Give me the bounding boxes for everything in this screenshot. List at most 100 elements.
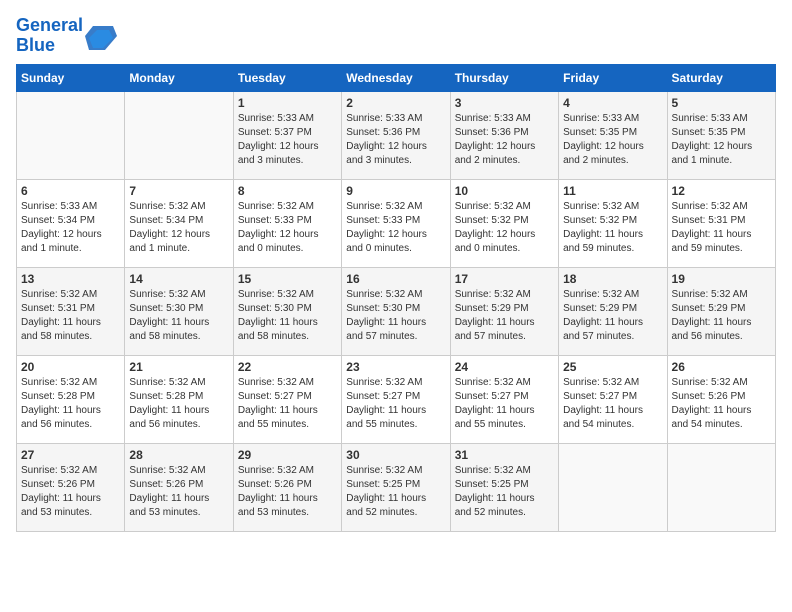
day-number: 13 (21, 272, 120, 286)
day-number: 3 (455, 96, 554, 110)
day-number: 7 (129, 184, 228, 198)
day-info: Sunrise: 5:32 AM Sunset: 5:32 PM Dayligh… (563, 200, 662, 256)
day-info: Sunrise: 5:33 AM Sunset: 5:35 PM Dayligh… (563, 112, 662, 168)
calendar-cell: 14 Sunrise: 5:32 AM Sunset: 5:30 PM Dayli… (125, 267, 233, 355)
day-info: Sunrise: 5:32 AM Sunset: 5:26 PM Dayligh… (238, 464, 337, 520)
day-number: 16 (346, 272, 445, 286)
day-number: 14 (129, 272, 228, 286)
calendar-cell: 8 Sunrise: 5:32 AM Sunset: 5:33 PM Daylig… (233, 179, 341, 267)
weekday-header-row: SundayMondayTuesdayWednesdayThursdayFrid… (17, 64, 776, 91)
day-info: Sunrise: 5:32 AM Sunset: 5:34 PM Dayligh… (129, 200, 228, 256)
logo-icon (85, 22, 117, 50)
day-number: 11 (563, 184, 662, 198)
calendar-week-row: 27 Sunrise: 5:32 AM Sunset: 5:26 PM Dayli… (17, 443, 776, 531)
logo: General Blue (16, 16, 117, 56)
day-info: Sunrise: 5:32 AM Sunset: 5:29 PM Dayligh… (672, 288, 771, 344)
day-number: 5 (672, 96, 771, 110)
calendar-cell: 13 Sunrise: 5:32 AM Sunset: 5:31 PM Dayli… (17, 267, 125, 355)
calendar-cell: 31 Sunrise: 5:32 AM Sunset: 5:25 PM Dayli… (450, 443, 558, 531)
calendar-cell (125, 91, 233, 179)
logo-text: General Blue (16, 16, 83, 56)
calendar-cell: 21 Sunrise: 5:32 AM Sunset: 5:28 PM Dayli… (125, 355, 233, 443)
day-info: Sunrise: 5:32 AM Sunset: 5:27 PM Dayligh… (563, 376, 662, 432)
day-info: Sunrise: 5:32 AM Sunset: 5:30 PM Dayligh… (346, 288, 445, 344)
calendar-cell: 22 Sunrise: 5:32 AM Sunset: 5:27 PM Dayli… (233, 355, 341, 443)
day-info: Sunrise: 5:32 AM Sunset: 5:26 PM Dayligh… (129, 464, 228, 520)
day-number: 22 (238, 360, 337, 374)
weekday-header-saturday: Saturday (667, 64, 775, 91)
calendar-cell: 18Sunrise: 5:32 AM Sunset: 5:29 PM Dayli… (559, 267, 667, 355)
day-number: 4 (563, 96, 662, 110)
weekday-header-monday: Monday (125, 64, 233, 91)
calendar-cell: 23 Sunrise: 5:32 AM Sunset: 5:27 PM Dayli… (342, 355, 450, 443)
calendar-table: SundayMondayTuesdayWednesdayThursdayFrid… (16, 64, 776, 532)
calendar-week-row: 6 Sunrise: 5:33 AM Sunset: 5:34 PM Daylig… (17, 179, 776, 267)
calendar-cell: 26Sunrise: 5:32 AM Sunset: 5:26 PM Dayli… (667, 355, 775, 443)
weekday-header-tuesday: Tuesday (233, 64, 341, 91)
day-number: 9 (346, 184, 445, 198)
calendar-cell: 11 Sunrise: 5:32 AM Sunset: 5:32 PM Dayli… (559, 179, 667, 267)
day-number: 25 (563, 360, 662, 374)
calendar-cell: 16 Sunrise: 5:32 AM Sunset: 5:30 PM Dayli… (342, 267, 450, 355)
day-info: Sunrise: 5:32 AM Sunset: 5:27 PM Dayligh… (238, 376, 337, 432)
day-number: 27 (21, 448, 120, 462)
day-info: Sunrise: 5:33 AM Sunset: 5:34 PM Dayligh… (21, 200, 120, 256)
calendar-cell: 15 Sunrise: 5:32 AM Sunset: 5:30 PM Dayli… (233, 267, 341, 355)
calendar-cell (559, 443, 667, 531)
calendar-cell: 3 Sunrise: 5:33 AM Sunset: 5:36 PM Daylig… (450, 91, 558, 179)
calendar-cell: 5 Sunrise: 5:33 AM Sunset: 5:35 PM Daylig… (667, 91, 775, 179)
day-number: 19 (672, 272, 771, 286)
calendar-cell: 17 Sunrise: 5:32 AM Sunset: 5:29 PM Dayli… (450, 267, 558, 355)
day-info: Sunrise: 5:33 AM Sunset: 5:36 PM Dayligh… (455, 112, 554, 168)
calendar-cell (17, 91, 125, 179)
logo-general: General (16, 15, 83, 35)
day-info: Sunrise: 5:32 AM Sunset: 5:28 PM Dayligh… (129, 376, 228, 432)
day-info: Sunrise: 5:32 AM Sunset: 5:29 PM Dayligh… (455, 288, 554, 344)
calendar-cell: 25 Sunrise: 5:32 AM Sunset: 5:27 PM Dayli… (559, 355, 667, 443)
calendar-cell: 28 Sunrise: 5:32 AM Sunset: 5:26 PM Dayli… (125, 443, 233, 531)
day-info: Sunrise: 5:33 AM Sunset: 5:35 PM Dayligh… (672, 112, 771, 168)
calendar-cell: 24 Sunrise: 5:32 AM Sunset: 5:27 PM Dayli… (450, 355, 558, 443)
calendar-cell: 27 Sunrise: 5:32 AM Sunset: 5:26 PM Dayli… (17, 443, 125, 531)
day-info: Sunrise: 5:33 AM Sunset: 5:36 PM Dayligh… (346, 112, 445, 168)
calendar-week-row: 1 Sunrise: 5:33 AM Sunset: 5:37 PM Daylig… (17, 91, 776, 179)
day-number: 28 (129, 448, 228, 462)
day-number: 1 (238, 96, 337, 110)
day-info: Sunrise: 5:32 AM Sunset: 5:25 PM Dayligh… (346, 464, 445, 520)
day-number: 30 (346, 448, 445, 462)
weekday-header-sunday: Sunday (17, 64, 125, 91)
calendar-cell: 19 Sunrise: 5:32 AM Sunset: 5:29 PM Dayli… (667, 267, 775, 355)
day-number: 21 (129, 360, 228, 374)
calendar-cell: 10 Sunrise: 5:32 AM Sunset: 5:32 PM Dayli… (450, 179, 558, 267)
day-info: Sunrise: 5:32 AM Sunset: 5:32 PM Dayligh… (455, 200, 554, 256)
calendar-cell: 4 Sunrise: 5:33 AM Sunset: 5:35 PM Daylig… (559, 91, 667, 179)
day-number: 23 (346, 360, 445, 374)
calendar-cell: 20Sunrise: 5:32 AM Sunset: 5:28 PM Dayli… (17, 355, 125, 443)
day-number: 31 (455, 448, 554, 462)
weekday-header-friday: Friday (559, 64, 667, 91)
day-info: Sunrise: 5:32 AM Sunset: 5:25 PM Dayligh… (455, 464, 554, 520)
calendar-cell: 7 Sunrise: 5:32 AM Sunset: 5:34 PM Daylig… (125, 179, 233, 267)
day-number: 17 (455, 272, 554, 286)
day-number: 12 (672, 184, 771, 198)
day-number: 6 (21, 184, 120, 198)
day-info: Sunrise: 5:32 AM Sunset: 5:30 PM Dayligh… (238, 288, 337, 344)
calendar-cell: 12Sunrise: 5:32 AM Sunset: 5:31 PM Dayli… (667, 179, 775, 267)
day-number: 15 (238, 272, 337, 286)
calendar-week-row: 20 Sunrise: 5:32 AM Sunset: 5:28 PM Dayli… (17, 355, 776, 443)
calendar-cell: 9Sunrise: 5:32 AM Sunset: 5:33 PM Daylig… (342, 179, 450, 267)
day-info: Sunrise: 5:32 AM Sunset: 5:27 PM Dayligh… (346, 376, 445, 432)
day-number: 20 (21, 360, 120, 374)
calendar-cell: 2Sunrise: 5:33 AM Sunset: 5:36 PM Daylig… (342, 91, 450, 179)
calendar-cell: 6 Sunrise: 5:33 AM Sunset: 5:34 PM Daylig… (17, 179, 125, 267)
day-info: Sunrise: 5:33 AM Sunset: 5:37 PM Dayligh… (238, 112, 337, 168)
day-number: 18 (563, 272, 662, 286)
day-number: 24 (455, 360, 554, 374)
day-info: Sunrise: 5:32 AM Sunset: 5:31 PM Dayligh… (21, 288, 120, 344)
day-number: 10 (455, 184, 554, 198)
day-info: Sunrise: 5:32 AM Sunset: 5:26 PM Dayligh… (21, 464, 120, 520)
day-info: Sunrise: 5:32 AM Sunset: 5:30 PM Dayligh… (129, 288, 228, 344)
day-info: Sunrise: 5:32 AM Sunset: 5:27 PM Dayligh… (455, 376, 554, 432)
day-number: 8 (238, 184, 337, 198)
day-info: Sunrise: 5:32 AM Sunset: 5:33 PM Dayligh… (238, 200, 337, 256)
